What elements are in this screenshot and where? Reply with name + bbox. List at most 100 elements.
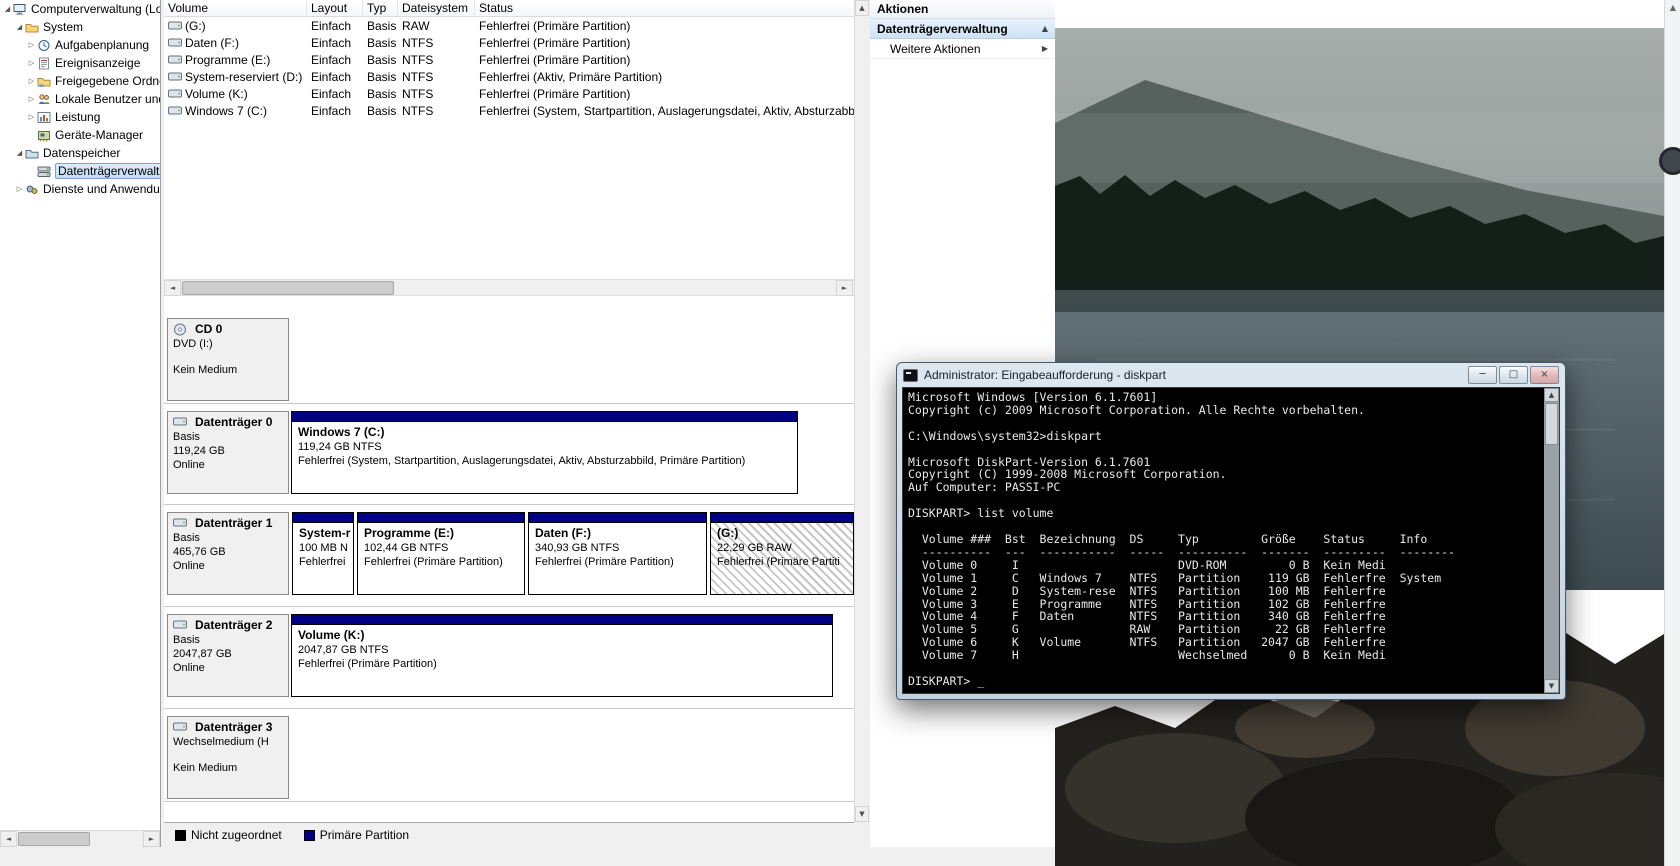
partition-status: Fehlerfrei (Primäre Partition) (535, 556, 674, 568)
volume-icon (168, 54, 182, 65)
tree-item-geraete-manager[interactable]: Geräte-Manager (0, 126, 160, 144)
tree-item-computerverwaltung[interactable]: ◢ Computerverwaltung (Lokal) (0, 0, 160, 18)
partition-system-reserviert[interactable]: System-r 100 MB N Fehlerfrei (292, 512, 354, 595)
tree-item-leistung[interactable]: ▷ Leistung (0, 108, 160, 126)
disk-1-header[interactable]: Datenträger 1 Basis 465,76 GB Online (167, 512, 289, 595)
cd-rom-header[interactable]: CD 0 DVD (I:) Kein Medium (167, 318, 289, 401)
cd-media: DVD (I:) (173, 338, 213, 350)
close-button[interactable]: × (1530, 366, 1559, 384)
tree-item-system[interactable]: ◢ System (0, 18, 160, 36)
volume-name: Windows 7 (C:) (185, 103, 268, 118)
volume-typ: Basis (367, 103, 397, 118)
computer-icon (13, 3, 28, 16)
weitere-aktionen-label: Weitere Aktionen (890, 41, 981, 56)
partition-windows7-c[interactable]: Windows 7 (C:) 119,24 GB NTFS Fehlerfrei… (291, 411, 798, 494)
scrollbar-thumb[interactable] (1545, 403, 1558, 445)
disk-0-header[interactable]: Datenträger 0 Basis 119,24 GB Online (167, 411, 289, 494)
scroll-down-icon[interactable]: ▼ (855, 806, 869, 822)
column-header-dateisystem[interactable]: Dateisystem (398, 0, 475, 16)
console-scrollbar[interactable]: ▲ ▼ (1544, 388, 1559, 693)
disk-drive-icon (173, 517, 188, 530)
volume-row[interactable]: System-reserviert (D:) Einfach Basis NTF… (164, 68, 854, 85)
disk-type: Basis (173, 634, 200, 646)
partition-legend: Nicht zugeordnet Primäre Partition (164, 822, 854, 847)
scroll-up-icon[interactable]: ▲ (855, 0, 869, 16)
partition-volume-k[interactable]: Volume (K:) 2047,87 GB NTFS Fehlerfrei (… (291, 614, 833, 697)
expander-icon[interactable]: ▷ (26, 95, 37, 103)
partition-programme-e[interactable]: Programme (E:) 102,44 GB NTFS Fehlerfrei… (357, 512, 525, 595)
actions-weitere-aktionen[interactable]: Weitere Aktionen ▶ (870, 39, 1055, 59)
volume-typ: Basis (367, 35, 397, 50)
expander-icon[interactable]: ▷ (26, 113, 37, 121)
partition-daten-f[interactable]: Daten (F:) 340,93 GB NTFS Fehlerfrei (Pr… (528, 512, 707, 595)
volume-dateisystem: NTFS (402, 103, 434, 118)
scroll-right-icon[interactable]: ► (836, 280, 853, 296)
expander-icon[interactable]: ▷ (26, 59, 37, 67)
expander-icon[interactable]: ◢ (2, 5, 13, 13)
cd-title: CD 0 (195, 322, 223, 336)
expander-icon[interactable]: ▷ (14, 185, 25, 193)
volume-status: Fehlerfrei (Primäre Partition) (479, 52, 631, 67)
scroll-down-icon[interactable]: ▼ (1544, 679, 1559, 693)
scrollbar-thumb[interactable] (18, 832, 90, 846)
tree-item-dienste-anwendungen[interactable]: ▷ Dienste und Anwendungen (0, 180, 160, 198)
partition-size: 22,29 GB RAW (717, 542, 792, 554)
partition-name: Daten (F:) (535, 526, 591, 540)
actions-group-datentraegerverwaltung[interactable]: Datenträgerverwaltung ▲ (870, 19, 1055, 39)
tree-horizontal-scrollbar[interactable]: ◄ ► (0, 830, 160, 847)
column-header-volume[interactable]: Volume (164, 0, 307, 16)
volume-row[interactable]: (G:) Einfach Basis RAW Fehlerfrei (Primä… (164, 17, 854, 34)
tree-item-lokale-benutzer[interactable]: ▷ Lokale Benutzer und Gru (0, 90, 160, 108)
expander-icon[interactable]: ▷ (26, 77, 37, 85)
column-header-typ[interactable]: Typ (363, 0, 398, 16)
volume-row[interactable]: Daten (F:) Einfach Basis NTFS Fehlerfrei… (164, 34, 854, 51)
disk-3-header[interactable]: Datenträger 3 Wechselmedium (H Kein Medi… (167, 716, 289, 799)
scroll-knob[interactable] (1659, 147, 1680, 175)
disk-title: Datenträger 0 (195, 415, 273, 429)
main-vertical-scrollbar[interactable]: ▲ ▼ (854, 0, 869, 822)
maximize-button[interactable]: □ (1499, 366, 1528, 384)
disk-state: Online (173, 662, 205, 674)
console-output[interactable]: Microsoft Windows [Version 6.1.7601] Cop… (903, 388, 1544, 693)
partition-name: (G:) (717, 526, 739, 540)
column-header-status[interactable]: Status (475, 0, 854, 16)
volume-row[interactable]: Volume (K:) Einfach Basis NTFS Fehlerfre… (164, 85, 854, 102)
tree-item-datenspeicher[interactable]: ◢ Datenspeicher (0, 144, 160, 162)
volume-list-horizontal-scrollbar[interactable]: ◄ ► (164, 279, 854, 296)
expander-icon[interactable]: ◢ (14, 23, 25, 31)
column-header-layout[interactable]: Layout (307, 0, 363, 16)
disk-state: Online (173, 459, 205, 471)
volume-typ: Basis (367, 86, 397, 101)
scroll-right-icon[interactable]: ► (143, 831, 160, 847)
scroll-left-icon[interactable]: ◄ (164, 280, 181, 296)
tree-item-aufgabenplanung[interactable]: ▷ Aufgabenplanung (0, 36, 160, 54)
scroll-up-icon[interactable]: ▲ (1665, 3, 1680, 12)
partition-name: Programme (E:) (364, 526, 455, 540)
tree-item-label: System (43, 20, 84, 34)
performance-icon (37, 111, 52, 124)
volume-row[interactable]: Windows 7 (C:) Einfach Basis NTFS Fehler… (164, 102, 854, 119)
volume-dateisystem: NTFS (402, 86, 434, 101)
console-tree-panel: ◢ Computerverwaltung (Lokal) ◢ System ▷ … (0, 0, 161, 847)
expander-icon[interactable]: ◢ (14, 149, 25, 157)
tree-item-datentraegerverwaltung[interactable]: Datenträgerverwaltung (0, 162, 160, 180)
volume-row[interactable]: Programme (E:) Einfach Basis NTFS Fehler… (164, 51, 854, 68)
scroll-left-icon[interactable]: ◄ (0, 831, 17, 847)
disk-2-header[interactable]: Datenträger 2 Basis 2047,87 GB Online (167, 614, 289, 697)
expander-icon[interactable]: ▷ (26, 41, 37, 49)
tree-item-freigegebene-ordner[interactable]: ▷ Freigegebene Ordner (0, 72, 160, 90)
partition-g-selected[interactable]: (G:) 22,29 GB RAW Fehlerfrei (Primäre Pa… (710, 512, 854, 595)
minimize-button[interactable]: ─ (1468, 366, 1497, 384)
scroll-up-icon[interactable]: ▲ (1544, 388, 1559, 402)
partition-name: Windows 7 (C:) (298, 425, 385, 439)
disk-state: Kein Medium (173, 762, 238, 774)
disk-management-icon (37, 165, 52, 178)
tree-item-ereignisanzeige[interactable]: ▷ Ereignisanzeige (0, 54, 160, 72)
volume-name: Volume (K:) (185, 86, 248, 101)
page-vertical-scrollbar[interactable]: ▲ (1664, 0, 1680, 866)
scrollbar-thumb[interactable] (182, 281, 394, 295)
collapse-icon[interactable]: ▲ (1042, 24, 1048, 33)
partition-size: 100 MB N (299, 542, 348, 554)
event-viewer-icon (37, 57, 52, 70)
command-prompt-titlebar[interactable]: Administrator: Eingabeaufforderung - dis… (897, 363, 1565, 387)
